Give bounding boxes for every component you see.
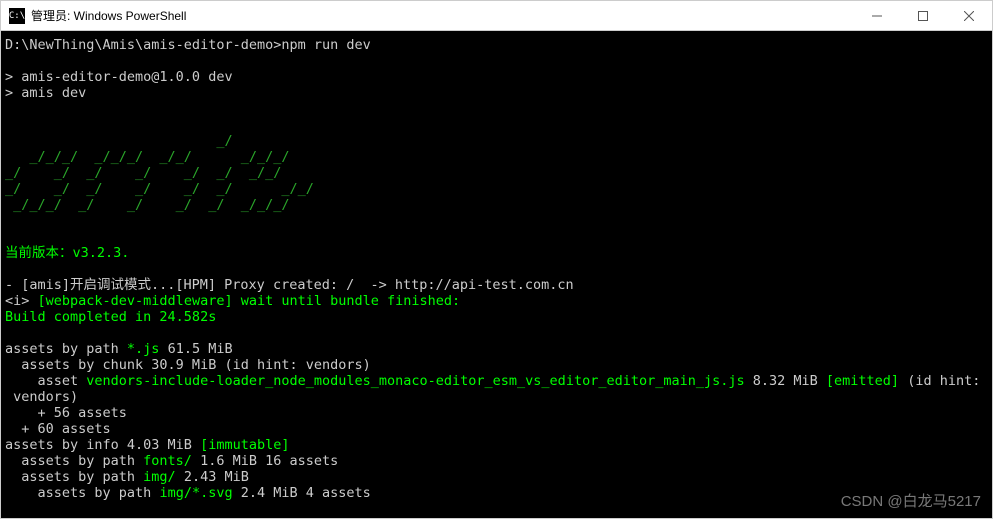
img-2: 2.43 MiB: [176, 469, 249, 485]
asset-kw: asset: [5, 373, 86, 389]
img-1: assets by path: [5, 469, 143, 485]
asset-tail: (id hint:: [899, 373, 980, 389]
npm-line-1: > amis-editor-demo@1.0.0 dev: [5, 69, 233, 85]
vendors-line: vendors): [5, 389, 78, 405]
maximize-button[interactable]: [900, 1, 946, 30]
asset-size: 8.32 MiB: [745, 373, 826, 389]
assets-path-js-glob: *.js: [127, 341, 160, 357]
info-1: assets by info 4.03 MiB: [5, 437, 200, 453]
assets-path-js-2: 61.5 MiB: [159, 341, 232, 357]
svg-glob: img/*.svg: [159, 485, 232, 501]
prompt-command: npm run dev: [281, 37, 370, 53]
version-value: v3.2.3.: [73, 245, 130, 261]
log-i-tag: <i>: [5, 293, 38, 309]
terminal-output[interactable]: D:\NewThing\Amis\amis-editor-demo>npm ru…: [1, 31, 992, 518]
ascii-art-logo: _/ _/_/_/ _/_/_/ _/_/ _/_/_/ _/ _/ _/ _/…: [5, 133, 314, 213]
svg-2: 2.4 MiB 4 assets: [233, 485, 371, 501]
info-immutable: [immutable]: [200, 437, 289, 453]
fonts-glob: fonts/: [143, 453, 192, 469]
fonts-2: 1.6 MiB 16 assets: [192, 453, 338, 469]
version-label: 当前版本：: [5, 245, 73, 261]
fonts-1: assets by path: [5, 453, 143, 469]
log-build-done: Build completed in 24.582s: [5, 309, 216, 325]
img-glob: img/: [143, 469, 176, 485]
window-title: 管理员: Windows PowerShell: [31, 7, 854, 24]
asset-name: vendors-include-loader_node_modules_mona…: [86, 373, 744, 389]
log-amis-prefix: - [amis]开启调试模式...: [5, 277, 175, 293]
window-controls: [854, 1, 992, 30]
powershell-window: C:\ 管理员: Windows PowerShell D:\NewThing\…: [0, 0, 993, 519]
assets-chunk: assets by chunk 30.9 MiB (id hint: vendo…: [5, 357, 371, 373]
log-wdm-msg: wait until bundle finished:: [233, 293, 461, 309]
app-icon: C:\: [9, 8, 25, 24]
assets-path-js-1: assets by path: [5, 341, 127, 357]
prompt-cwd: D:\NewThing\Amis\amis-editor-demo>: [5, 37, 281, 53]
svg-1: assets by path: [5, 485, 159, 501]
close-button[interactable]: [946, 1, 992, 30]
log-hpm: [HPM] Proxy created: / -> http://api-tes…: [175, 277, 573, 293]
plus-56: + 56 assets: [5, 405, 127, 421]
plus-60: + 60 assets: [5, 421, 111, 437]
titlebar[interactable]: C:\ 管理员: Windows PowerShell: [1, 1, 992, 31]
log-wdm-tag: [webpack-dev-middleware]: [38, 293, 233, 309]
npm-line-2: > amis dev: [5, 85, 86, 101]
minimize-button[interactable]: [854, 1, 900, 30]
asset-emitted: [emitted]: [826, 373, 899, 389]
